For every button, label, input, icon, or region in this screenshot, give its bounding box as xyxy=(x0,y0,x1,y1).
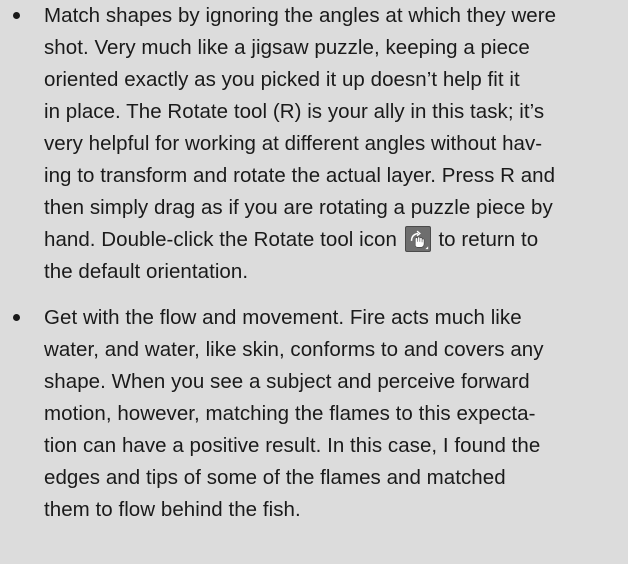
bullet-dot xyxy=(13,12,20,19)
text-line: then simply drag as if you are rotating … xyxy=(44,196,553,219)
text-before-icon: hand. Double-click the Rotate tool icon xyxy=(44,228,397,251)
bullet-list: Match shapes by ignoring the angles at w… xyxy=(0,0,628,526)
text-line-with-icon: hand. Double-click the Rotate tool icon … xyxy=(44,224,608,256)
text-line: them to flow behind the fish. xyxy=(44,498,301,521)
rotate-view-tool-icon xyxy=(404,226,431,252)
text-line: oriented exactly as you picked it up doe… xyxy=(44,68,520,91)
text-line: ing to transform and rotate the actual l… xyxy=(44,164,556,187)
text-line: Match shapes by ignoring the angles at w… xyxy=(44,4,557,27)
text-line: tion can have a positive result. In this… xyxy=(44,434,541,457)
bullet-item-rotate-tool: Match shapes by ignoring the angles at w… xyxy=(0,0,628,288)
text-line: very helpful for working at different an… xyxy=(44,132,543,155)
text-line: in place. The Rotate tool (R) is your al… xyxy=(44,100,545,123)
text-after-icon: to return to xyxy=(438,228,539,251)
bullet-item-flow-movement: Get with the flow and movement. Fire act… xyxy=(0,288,628,526)
text-line: shot. Very much like a jigsaw puzzle, ke… xyxy=(44,36,530,59)
text-line: water, and water, like skin, conforms to… xyxy=(44,338,544,361)
bullet-dot xyxy=(13,314,20,321)
text-line: Get with the flow and movement. Fire act… xyxy=(44,306,522,329)
document-page: Match shapes by ignoring the angles at w… xyxy=(0,0,628,564)
text-line: shape. When you see a subject and percei… xyxy=(44,370,530,393)
text-line: edges and tips of some of the flames and… xyxy=(44,466,506,489)
text-line: the default orientation. xyxy=(44,260,249,283)
text-line: motion, however, matching the flames to … xyxy=(44,402,536,425)
